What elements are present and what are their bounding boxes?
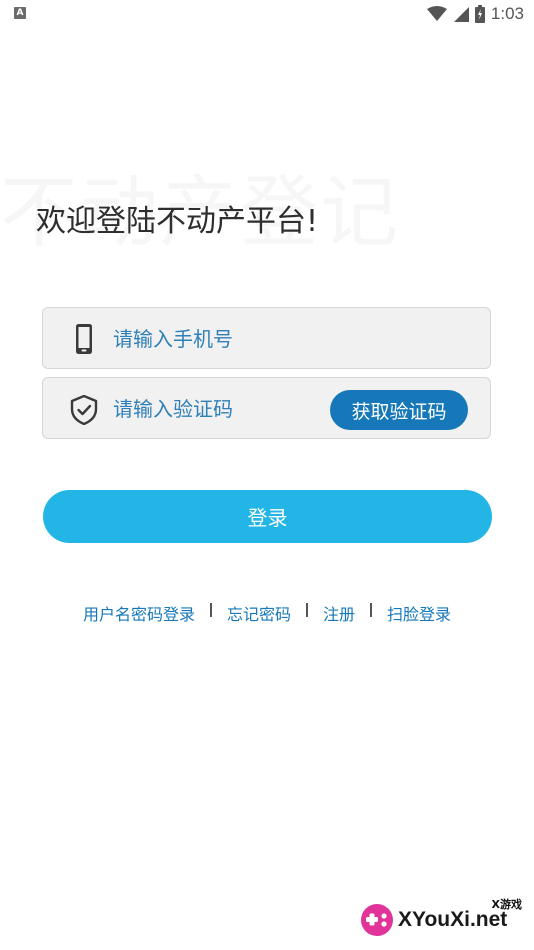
- login-button[interactable]: 登录: [43, 490, 492, 543]
- status-time: 1:03: [490, 4, 524, 23]
- battery-icon: [474, 5, 485, 23]
- code-input[interactable]: [113, 390, 353, 428]
- link-separator: [209, 603, 212, 617]
- link-separator: [370, 603, 373, 617]
- login-options-links: 用户名密码登录 忘记密码 注册 扫脸登录: [0, 600, 534, 626]
- link-separator: [306, 603, 308, 617]
- phone-field-container: [42, 307, 491, 369]
- gamepad-logo-icon: [361, 904, 393, 936]
- phone-input[interactable]: [113, 320, 353, 358]
- status-bar: A 1:03: [0, 0, 534, 28]
- code-field-container: 获取验证码: [42, 377, 491, 439]
- shield-check-icon: [70, 395, 98, 425]
- wifi-icon: [426, 6, 447, 21]
- site-watermark-logo: X游戏 XYouXi.net: [358, 896, 528, 942]
- username-password-login-link[interactable]: 用户名密码登录: [83, 601, 195, 625]
- register-link[interactable]: 注册: [323, 601, 355, 625]
- phone-icon: [76, 324, 92, 354]
- notification-app-icon: A: [14, 7, 26, 19]
- logo-main-text: XYouXi.net: [398, 908, 508, 931]
- signal-icon: [453, 7, 469, 22]
- welcome-title: 欢迎登陆不动产平台!: [36, 204, 319, 239]
- status-icons: 1:03: [426, 4, 524, 24]
- get-code-button[interactable]: 获取验证码: [330, 390, 468, 430]
- face-login-link[interactable]: 扫脸登录: [387, 601, 451, 625]
- forgot-password-link[interactable]: 忘记密码: [227, 601, 291, 625]
